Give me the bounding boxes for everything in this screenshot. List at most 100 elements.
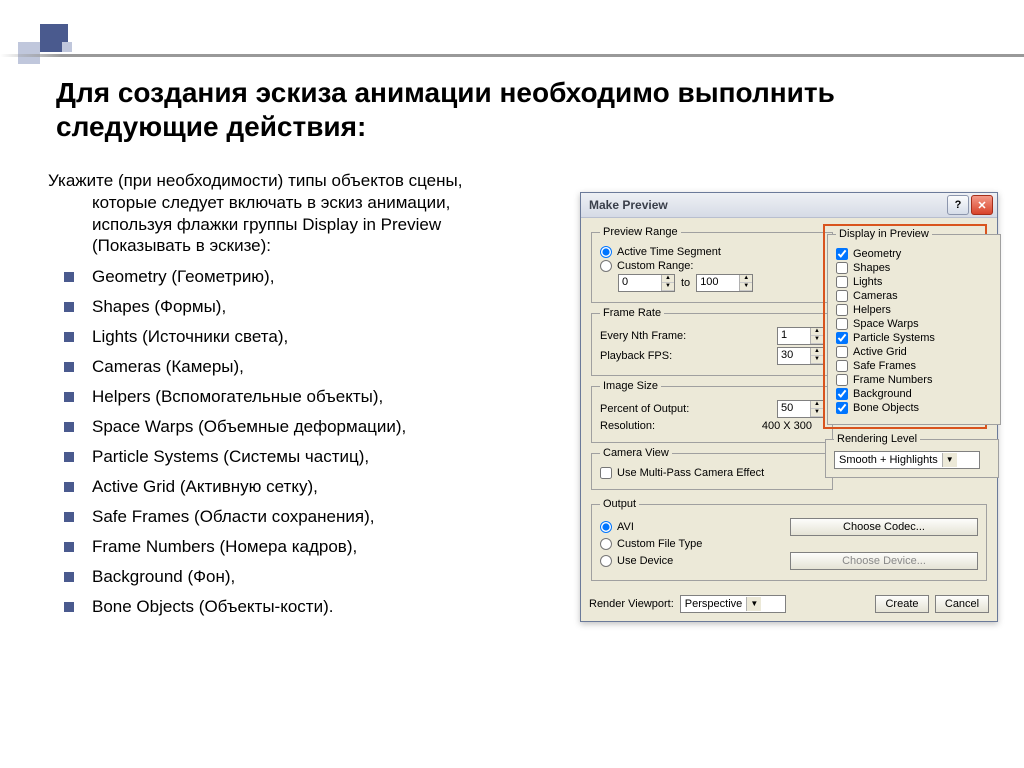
every-nth-input[interactable]: 1▲▼ — [777, 327, 824, 345]
chevron-down-icon: ▼ — [746, 597, 761, 611]
camera-view-legend: Camera View — [600, 447, 672, 459]
display-checkbox[interactable] — [836, 304, 848, 316]
display-checkbox[interactable] — [836, 346, 848, 358]
playback-fps-label: Playback FPS: — [600, 350, 672, 362]
display-checkbox[interactable] — [836, 318, 848, 330]
display-label: Cameras — [853, 290, 898, 302]
rendering-level-select[interactable]: Smooth + Highlights ▼ — [834, 451, 980, 469]
display-item: Safe Frames — [836, 360, 992, 372]
output-device-label: Use Device — [617, 555, 673, 567]
display-checkbox[interactable] — [836, 262, 848, 274]
playback-fps-input[interactable]: 30▲▼ — [777, 347, 824, 365]
display-item: Shapes — [836, 262, 992, 274]
body-column: Укажите (при необходимости) типы объекто… — [48, 170, 530, 627]
display-label: Background — [853, 388, 912, 400]
preview-range-legend: Preview Range — [600, 226, 681, 238]
bullet-item: Background (Фон), — [48, 567, 530, 587]
percent-output-input[interactable]: 50▲▼ — [777, 400, 824, 418]
custom-range-radio[interactable] — [600, 260, 612, 272]
page-title: Для создания эскиза анимации необходимо … — [56, 76, 994, 143]
render-viewport-label: Render Viewport: — [589, 598, 674, 610]
bullet-item: Active Grid (Активную сетку), — [48, 477, 530, 497]
active-time-label: Active Time Segment — [617, 246, 721, 258]
display-item: Helpers — [836, 304, 992, 316]
image-size-legend: Image Size — [600, 380, 661, 392]
close-button[interactable]: ✕ — [971, 195, 993, 215]
display-item: Cameras — [836, 290, 992, 302]
output-avi-label: AVI — [617, 521, 634, 533]
frame-rate-group: Frame Rate Every Nth Frame: 1▲▼ Playback… — [591, 307, 833, 376]
decor-square-small — [62, 42, 72, 52]
display-label: Geometry — [853, 248, 901, 260]
multipass-label: Use Multi-Pass Camera Effect — [617, 467, 764, 479]
rendering-level-legend: Rendering Level — [834, 433, 920, 445]
bullet-list: Geometry (Геометрию), Shapes (Формы), Lig… — [48, 267, 530, 617]
display-checkbox[interactable] — [836, 290, 848, 302]
custom-range-label: Custom Range: — [617, 260, 693, 272]
display-item: Lights — [836, 276, 992, 288]
active-time-radio[interactable] — [600, 246, 612, 258]
display-checkbox[interactable] — [836, 248, 848, 260]
preview-range-group: Preview Range Active Time Segment Custom… — [591, 226, 833, 303]
percent-output-label: Percent of Output: — [600, 403, 689, 415]
display-checkbox[interactable] — [836, 402, 848, 414]
multipass-checkbox[interactable] — [600, 467, 612, 479]
make-preview-dialog: Make Preview ? ✕ Preview Range Active Ti… — [580, 192, 998, 622]
create-button[interactable]: Create — [875, 595, 929, 613]
resolution-label: Resolution: — [600, 420, 655, 432]
decor-square-med — [18, 42, 40, 64]
display-item: Bone Objects — [836, 402, 992, 414]
display-label: Helpers — [853, 304, 891, 316]
chevron-down-icon: ▼ — [942, 453, 957, 467]
resolution-value: 400 X 300 — [762, 420, 824, 432]
bullet-item: Lights (Источники света), — [48, 327, 530, 347]
output-avi-radio[interactable] — [600, 521, 612, 533]
range-from-input[interactable]: 0▲▼ — [618, 274, 675, 292]
image-size-group: Image Size Percent of Output: 50▲▼ Resol… — [591, 380, 833, 443]
bullet-item: Cameras (Камеры), — [48, 357, 530, 377]
display-label: Bone Objects — [853, 402, 919, 414]
bullet-item: Particle Systems (Системы частиц), — [48, 447, 530, 467]
display-label: Active Grid — [853, 346, 907, 358]
display-checkbox[interactable] — [836, 360, 848, 372]
bullet-item: Shapes (Формы), — [48, 297, 530, 317]
range-to-label: to — [681, 277, 690, 289]
render-viewport-select[interactable]: Perspective ▼ — [680, 595, 786, 613]
output-custom-label: Custom File Type — [617, 538, 702, 550]
every-nth-label: Every Nth Frame: — [600, 330, 686, 342]
display-label: Frame Numbers — [853, 374, 932, 386]
display-checkbox[interactable] — [836, 332, 848, 344]
display-label: Safe Frames — [853, 360, 916, 372]
display-item: Background — [836, 388, 992, 400]
choose-codec-button[interactable]: Choose Codec... — [790, 518, 978, 536]
frame-rate-legend: Frame Rate — [600, 307, 664, 319]
display-label: Shapes — [853, 262, 890, 274]
dialog-title: Make Preview — [589, 198, 945, 212]
display-in-preview-group: Display in Preview Geometry Shapes Lights C… — [827, 228, 1001, 425]
bullet-item: Geometry (Геометрию), — [48, 267, 530, 287]
range-to-input[interactable]: 100▲▼ — [696, 274, 753, 292]
dialog-footer: Render Viewport: Perspective ▼ Create Ca… — [581, 591, 997, 621]
bullet-item: Space Warps (Объемные деформации), — [48, 417, 530, 437]
output-device-radio[interactable] — [600, 555, 612, 567]
bullet-item: Bone Objects (Объекты-кости). — [48, 597, 530, 617]
display-highlight-box: Display in Preview GeometryShapesLightsC… — [823, 224, 987, 429]
camera-view-group: Camera View Use Multi-Pass Camera Effect — [591, 447, 833, 490]
output-legend: Output — [600, 498, 639, 510]
display-checkbox[interactable] — [836, 374, 848, 386]
output-custom-radio[interactable] — [600, 538, 612, 550]
display-checkbox[interactable] — [836, 388, 848, 400]
display-legend: Display in Preview — [836, 228, 932, 240]
intro-paragraph: Укажите (при необходимости) типы объекто… — [48, 170, 530, 257]
help-button[interactable]: ? — [947, 195, 969, 215]
header-rule — [0, 54, 1024, 57]
display-item: Frame Numbers — [836, 374, 992, 386]
display-item: Particle Systems — [836, 332, 992, 344]
bullet-item: Safe Frames (Области сохранения), — [48, 507, 530, 527]
choose-device-button: Choose Device... — [790, 552, 978, 570]
cancel-button[interactable]: Cancel — [935, 595, 989, 613]
display-label: Particle Systems — [853, 332, 935, 344]
display-checkbox[interactable] — [836, 276, 848, 288]
output-group: Output AVI Choose Codec... Custom File T… — [591, 498, 987, 581]
titlebar[interactable]: Make Preview ? ✕ — [581, 193, 997, 218]
